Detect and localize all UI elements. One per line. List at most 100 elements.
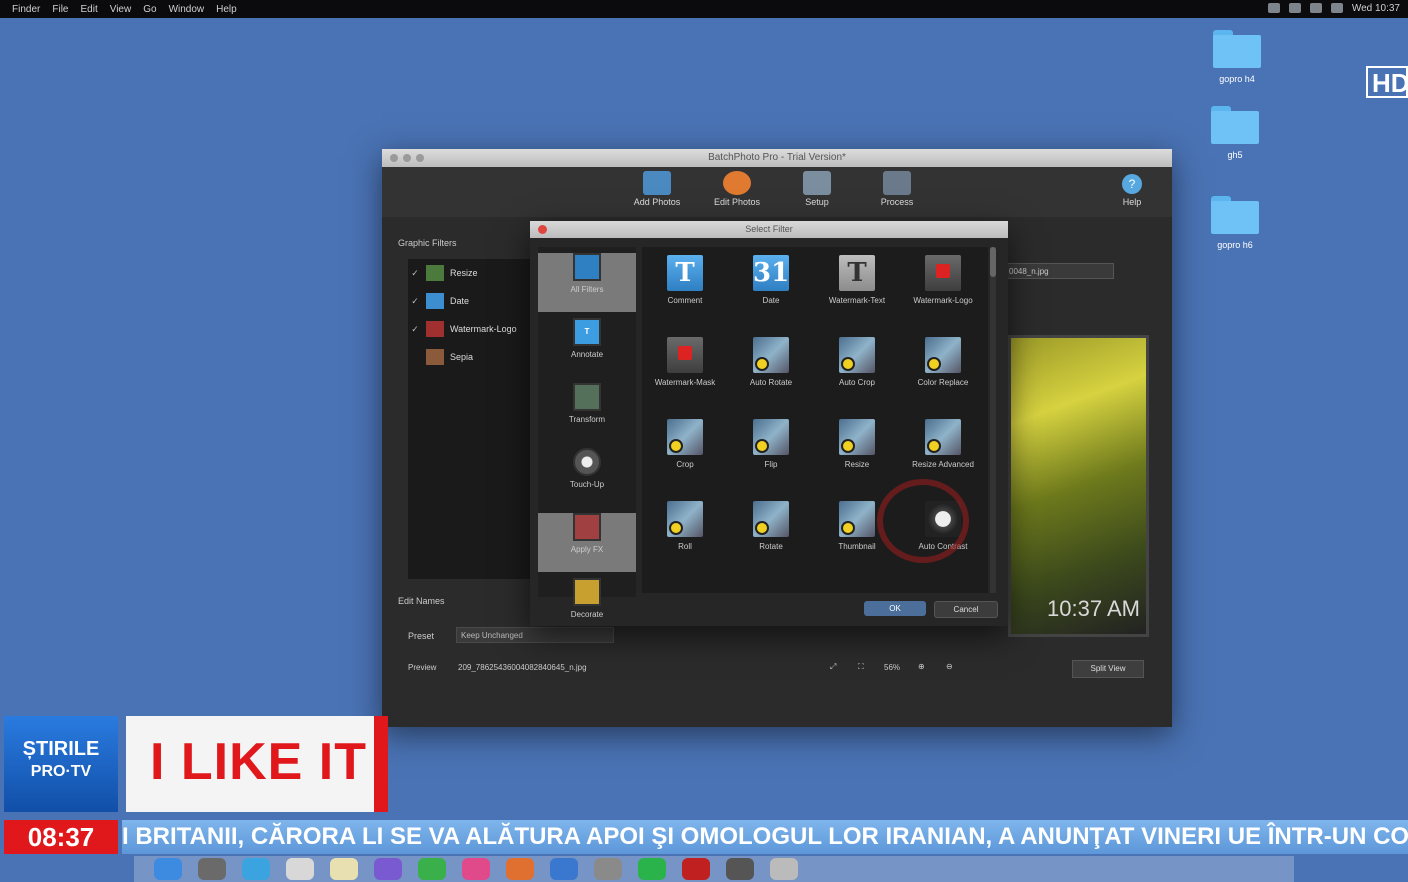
preset-label: Preset <box>408 631 435 641</box>
select-filter-dialog: Select Filter All Filters T Annotate Tra… <box>530 221 1008 626</box>
menu-item[interactable]: Edit <box>80 4 97 15</box>
desktop-folder[interactable]: gopro h4 <box>1202 30 1272 84</box>
help-button[interactable]: ? Help <box>1112 171 1152 207</box>
desktop-folder[interactable]: gopro h6 <box>1200 196 1270 250</box>
filter-checkbox[interactable]: ✓ <box>408 268 422 279</box>
wifi-icon[interactable] <box>1267 3 1280 13</box>
dialog-titlebar[interactable]: Select Filter <box>530 221 1008 238</box>
close-dialog-icon[interactable] <box>538 225 547 234</box>
menu-item[interactable]: File <box>52 4 68 15</box>
process-button[interactable]: Process <box>867 171 927 217</box>
filter-checkbox[interactable]: ✓ <box>408 324 422 335</box>
menu-item[interactable]: View <box>110 4 132 15</box>
spotify-icon[interactable] <box>638 858 666 880</box>
graphic-filters-heading: Graphic Filters <box>398 238 457 248</box>
category-label: All Filters <box>570 285 604 294</box>
logo-line1: ȘTIRILE <box>22 738 100 760</box>
all-filters-icon <box>573 253 601 281</box>
messages-icon[interactable] <box>418 858 446 880</box>
toolbar-label: Edit Photos <box>713 197 761 207</box>
battery-icon[interactable] <box>1330 3 1343 13</box>
ok-button[interactable]: OK <box>864 601 926 616</box>
filter-tile[interactable]: 31 Date <box>728 255 814 305</box>
safari-icon[interactable] <box>242 858 270 880</box>
dock <box>134 856 1294 882</box>
filter-tile[interactable]: Auto Rotate <box>728 337 814 387</box>
menu-item[interactable]: Help <box>216 4 237 15</box>
trash-icon[interactable] <box>770 858 798 880</box>
folder-icon <box>1211 106 1259 144</box>
resize-filter-icon <box>426 265 444 281</box>
filter-tile[interactable]: Roll <box>642 501 728 551</box>
app-icon[interactable] <box>726 858 754 880</box>
filter-tile-icon: T <box>667 255 703 291</box>
scrollbar-thumb[interactable] <box>990 247 996 277</box>
logo-line2: PRO·TV <box>30 763 92 780</box>
category-decorate[interactable]: Decorate <box>538 578 636 637</box>
filter-tile[interactable]: Watermark-Mask <box>642 337 728 387</box>
notes-icon[interactable] <box>330 858 358 880</box>
desktop-folder[interactable]: gh5 <box>1200 106 1270 160</box>
mail-icon[interactable] <box>286 858 314 880</box>
zoom-level: 56% <box>884 663 901 672</box>
category-touch-up[interactable]: Touch-Up <box>538 448 636 507</box>
actual-size-icon[interactable]: ⛶ <box>858 662 864 672</box>
filter-checkbox[interactable]: ✓ <box>408 296 422 307</box>
category-annotate[interactable]: T Annotate <box>538 318 636 377</box>
finder-icon[interactable] <box>154 858 182 880</box>
launchpad-icon[interactable] <box>198 858 226 880</box>
zoom-window-icon[interactable] <box>416 154 424 162</box>
folder-icon <box>1211 196 1259 234</box>
filter-tile-icon: T <box>839 255 875 291</box>
file-select-dropdown[interactable]: 0048_n.jpg <box>1004 263 1114 279</box>
preview-filename: 209_78625436004082840645_n.jpg <box>458 663 587 672</box>
zoom-in-icon[interactable]: ⊕ <box>918 662 925 671</box>
close-window-icon[interactable] <box>390 154 398 162</box>
app-icon[interactable] <box>506 858 534 880</box>
filter-tile[interactable]: T Comment <box>642 255 728 305</box>
bluetooth-icon[interactable] <box>1288 3 1301 13</box>
zoom-out-icon[interactable]: ⊖ <box>946 662 953 671</box>
filter-tile[interactable]: Rotate <box>728 501 814 551</box>
filter-row[interactable]: ✓ Resize <box>408 259 530 287</box>
filter-row[interactable]: ✓ Watermark-Logo <box>408 315 530 343</box>
filter-tile[interactable]: Watermark-Logo <box>900 255 986 305</box>
filter-tile[interactable]: Resize <box>814 419 900 469</box>
toolbar-label: Process <box>880 197 914 207</box>
filter-tile[interactable]: Flip <box>728 419 814 469</box>
menu-item[interactable]: Go <box>143 4 156 15</box>
category-transform[interactable]: Transform <box>538 383 636 442</box>
dialog-title: Select Filter <box>745 224 793 234</box>
category-apply-fx[interactable]: Apply FX <box>538 513 636 572</box>
setup-button[interactable]: Setup <box>787 171 847 217</box>
filter-tile-label: Auto Crop <box>838 378 876 387</box>
news-ticker: I BRITANII, CĂRORA LI SE VA ALĂTURA APOI… <box>122 820 1408 854</box>
fit-icon[interactable]: ⤢ <box>830 662 836 672</box>
filter-row[interactable]: Sepia <box>408 343 530 371</box>
filter-grid-scrollbar[interactable] <box>990 247 996 593</box>
settings-icon[interactable] <box>594 858 622 880</box>
edit-photos-button[interactable]: Edit Photos <box>707 171 767 217</box>
filter-row[interactable]: ✓ Date <box>408 287 530 315</box>
filter-tile[interactable]: Color Replace <box>900 337 986 387</box>
music-icon[interactable] <box>462 858 490 880</box>
app-icon[interactable] <box>682 858 710 880</box>
filter-tile[interactable]: T Watermark-Text <box>814 255 900 305</box>
add-photos-icon <box>643 171 671 195</box>
split-view-button[interactable]: Split View <box>1072 660 1144 678</box>
add-photos-button[interactable]: Add Photos <box>627 171 687 217</box>
photos-icon[interactable] <box>374 858 402 880</box>
volume-icon[interactable] <box>1309 3 1322 13</box>
filter-tile[interactable]: Auto Crop <box>814 337 900 387</box>
window-titlebar[interactable]: BatchPhoto Pro - Trial Version* <box>382 149 1172 167</box>
menu-item[interactable]: Window <box>169 4 205 15</box>
app-store-icon[interactable] <box>550 858 578 880</box>
cancel-button[interactable]: Cancel <box>934 601 998 618</box>
filter-tile[interactable]: Crop <box>642 419 728 469</box>
menubar-clock[interactable]: Wed 10:37 <box>1352 3 1400 14</box>
category-all-filters[interactable]: All Filters <box>538 253 636 312</box>
menu-item[interactable]: Finder <box>12 4 40 15</box>
minimize-window-icon[interactable] <box>403 154 411 162</box>
filter-tile[interactable]: Resize Advanced <box>900 419 986 469</box>
broadcast-clock: 08:37 <box>4 820 118 854</box>
